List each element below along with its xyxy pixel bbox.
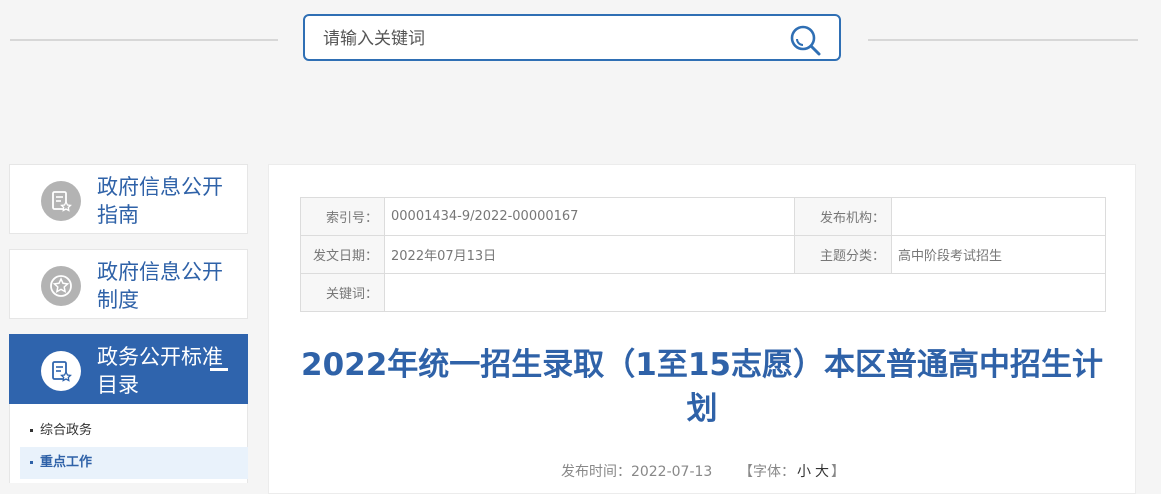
document-star-icon [41, 181, 81, 221]
table-row: 关键词： [300, 273, 1106, 312]
keyword-value [384, 273, 1106, 312]
article-title: 2022年统一招生录取（1至15志愿）本区普通高中招生计划 [301, 347, 1103, 427]
star-badge-icon [41, 266, 81, 306]
font-size-open: 【字体： [739, 464, 796, 480]
submenu-item-key-work[interactable]: 重点工作 [20, 447, 248, 479]
sidebar-item-label: 政务公开标准目录 [97, 345, 223, 397]
search-icon[interactable] [789, 24, 821, 56]
org-label: 发布机构： [794, 197, 892, 236]
font-large-button[interactable]: 大 [815, 464, 829, 480]
collapse-minus-icon[interactable] [210, 368, 228, 371]
org-value [891, 197, 1106, 236]
date-value: 2022年07月13日 [384, 235, 795, 274]
table-row: 索引号： 00001434-9/2022-00000167 发布机构： [300, 197, 1106, 236]
index-value: 00001434-9/2022-00000167 [384, 197, 795, 236]
sidebar-item-label: 政府信息公开制度 [97, 260, 223, 312]
search-box[interactable] [303, 14, 841, 61]
topic-value: 高中阶段考试招生 [891, 235, 1106, 274]
submenu-item-general[interactable]: 综合政务 [20, 415, 248, 447]
font-size-close: 】 [831, 464, 846, 480]
keyword-label: 关键词： [300, 273, 385, 312]
divider-left [10, 39, 278, 41]
publish-info: 发布时间：2022-07-13 【字体：小大】 [269, 461, 1137, 481]
sidebar-item-standard-catalog[interactable]: 政务公开标准目录 [9, 334, 248, 404]
sidebar-item-disclosure-guide[interactable]: 政府信息公开指南 [9, 164, 248, 234]
topic-label: 主题分类： [794, 235, 892, 274]
sidebar-item-disclosure-system[interactable]: 政府信息公开制度 [9, 249, 248, 319]
search-input[interactable] [321, 25, 765, 53]
table-row: 发文日期： 2022年07月13日 主题分类： 高中阶段考试招生 [300, 235, 1106, 274]
publish-time: 2022-07-13 [630, 464, 713, 480]
font-small-button[interactable]: 小 [797, 464, 811, 480]
divider-right [868, 39, 1138, 41]
sidebar-item-label: 政府信息公开指南 [97, 175, 223, 227]
document-star-icon [41, 351, 81, 391]
publish-label: 发布时间： [560, 464, 631, 480]
metadata-table: 索引号： 00001434-9/2022-00000167 发布机构： 发文日期… [300, 197, 1106, 312]
date-label: 发文日期： [300, 235, 385, 274]
content-panel: 索引号： 00001434-9/2022-00000167 发布机构： 发文日期… [268, 164, 1136, 494]
index-label: 索引号： [300, 197, 385, 236]
submenu: 综合政务 重点工作 [9, 404, 248, 483]
